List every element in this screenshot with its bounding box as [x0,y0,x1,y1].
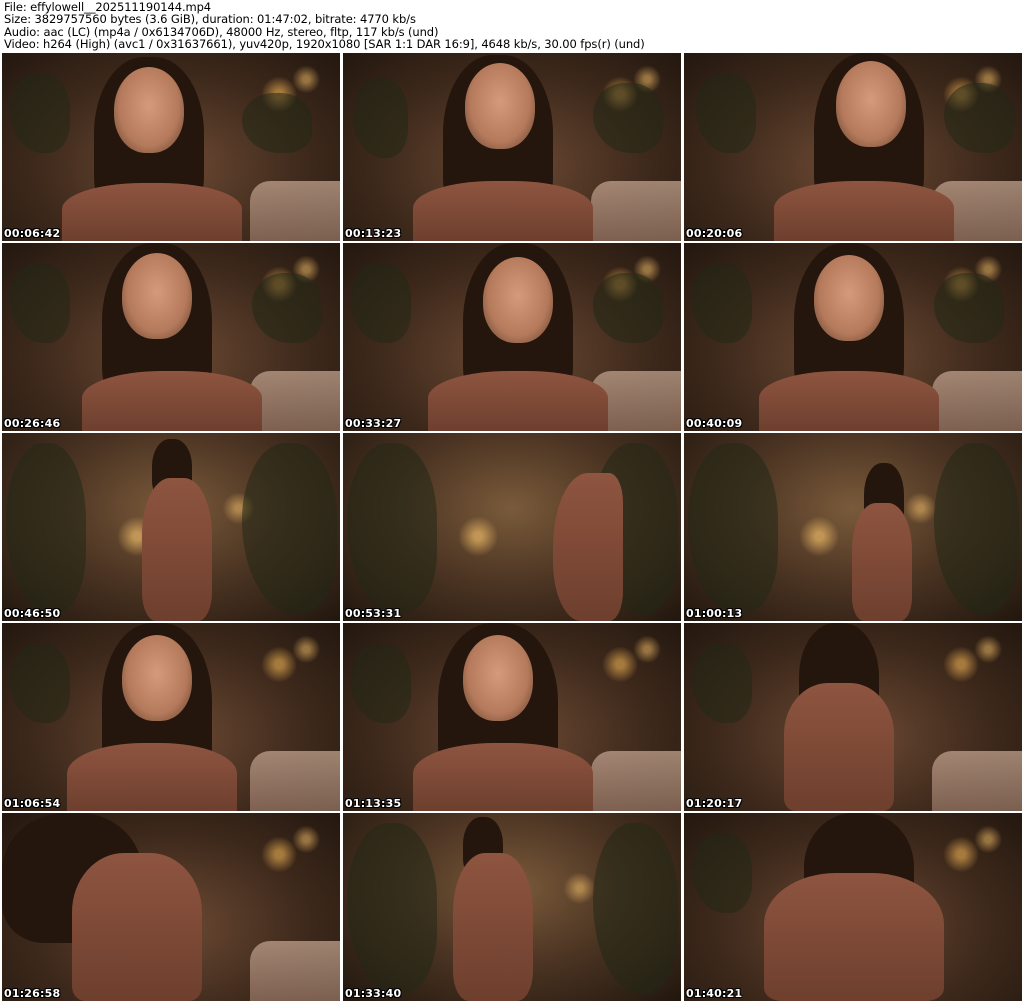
timestamp-label: 01:40:21 [686,987,743,1000]
thumbnail[interactable]: 00:53:31 [343,433,681,621]
timestamp-label: 00:53:31 [345,607,402,620]
thumbnail[interactable]: 01:40:21 [684,813,1022,1001]
thumbnail[interactable]: 00:26:46 [2,243,340,431]
thumbnail[interactable]: 00:46:50 [2,433,340,621]
timestamp-label: 00:20:06 [686,227,743,240]
timestamp-label: 01:00:13 [686,607,743,620]
timestamp-label: 00:13:23 [345,227,402,240]
timestamp-label: 01:20:17 [686,797,743,810]
file-info-header: File: effylowell__202511190144.mp4 Size:… [0,0,1024,52]
timestamp-label: 01:06:54 [4,797,61,810]
thumbnail[interactable]: 01:20:17 [684,623,1022,811]
thumbnail[interactable]: 01:33:40 [343,813,681,1001]
thumbnail[interactable]: 00:40:09 [684,243,1022,431]
timestamp-label: 00:26:46 [4,417,61,430]
thumbnail[interactable]: 01:00:13 [684,433,1022,621]
timestamp-label: 01:13:35 [345,797,402,810]
timestamp-label: 00:33:27 [345,417,402,430]
timestamp-label: 00:40:09 [686,417,743,430]
file-size-line: Size: 3829757560 bytes (3.6 GiB), durati… [4,12,416,27]
timestamp-label: 00:46:50 [4,607,61,620]
thumbnail[interactable]: 01:06:54 [2,623,340,811]
timestamp-label: 00:06:42 [4,227,61,240]
thumbnail[interactable]: 01:26:58 [2,813,340,1001]
thumbnail[interactable]: 00:06:42 [2,53,340,241]
timestamp-label: 01:33:40 [345,987,402,1000]
timestamp-label: 01:26:58 [4,987,61,1000]
video-info-line: Video: h264 (High) (avc1 / 0x31637661), … [4,37,645,52]
thumbnail[interactable]: 00:20:06 [684,53,1022,241]
thumbnail[interactable]: 00:13:23 [343,53,681,241]
thumbnail[interactable]: 01:13:35 [343,623,681,811]
thumbnail-grid: 00:06:42 00:13:23 00:20:06 00:26:46 00:3… [2,53,1022,1001]
thumbnail[interactable]: 00:33:27 [343,243,681,431]
